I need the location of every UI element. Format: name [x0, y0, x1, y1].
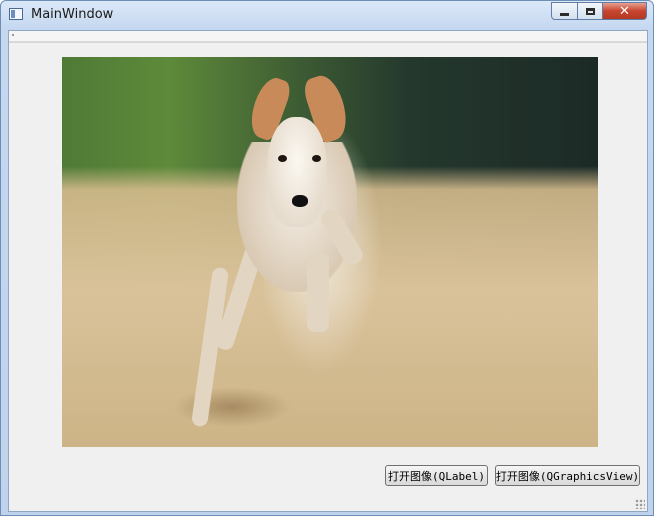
app-window-icon[interactable]	[9, 8, 23, 20]
image-display-label	[62, 57, 598, 447]
dog-leg	[307, 252, 329, 332]
open-image-qlabel-button[interactable]: 打开图像(QLabel)	[385, 465, 488, 486]
minimize-button[interactable]	[551, 2, 578, 20]
dog-head	[267, 117, 327, 227]
minimize-icon	[560, 12, 569, 16]
central-widget: 打开图像(QLabel) 打开图像(QGraphicsView)	[9, 42, 647, 511]
dust-cloud	[172, 387, 292, 427]
menu-bar	[9, 31, 647, 42]
main-window: MainWindow ✕ 打开图像(QLabel) 打开图像(QGraphics…	[0, 0, 654, 516]
maximize-icon	[585, 7, 595, 15]
close-icon: ✕	[619, 3, 630, 19]
title-bar[interactable]: MainWindow ✕	[1, 1, 653, 29]
dog-eye	[312, 155, 321, 162]
caption-buttons: ✕	[551, 2, 647, 21]
dog-nose	[292, 195, 308, 207]
window-title: MainWindow	[31, 7, 114, 22]
menu-bar-grip	[12, 34, 14, 36]
client-area: 打开图像(QLabel) 打开图像(QGraphicsView)	[8, 30, 648, 512]
close-button[interactable]: ✕	[603, 2, 647, 20]
open-image-qgraphicsview-button[interactable]: 打开图像(QGraphicsView)	[495, 465, 640, 486]
resize-grip[interactable]	[635, 499, 645, 509]
maximize-button[interactable]	[578, 2, 603, 20]
dog-eye	[278, 155, 287, 162]
